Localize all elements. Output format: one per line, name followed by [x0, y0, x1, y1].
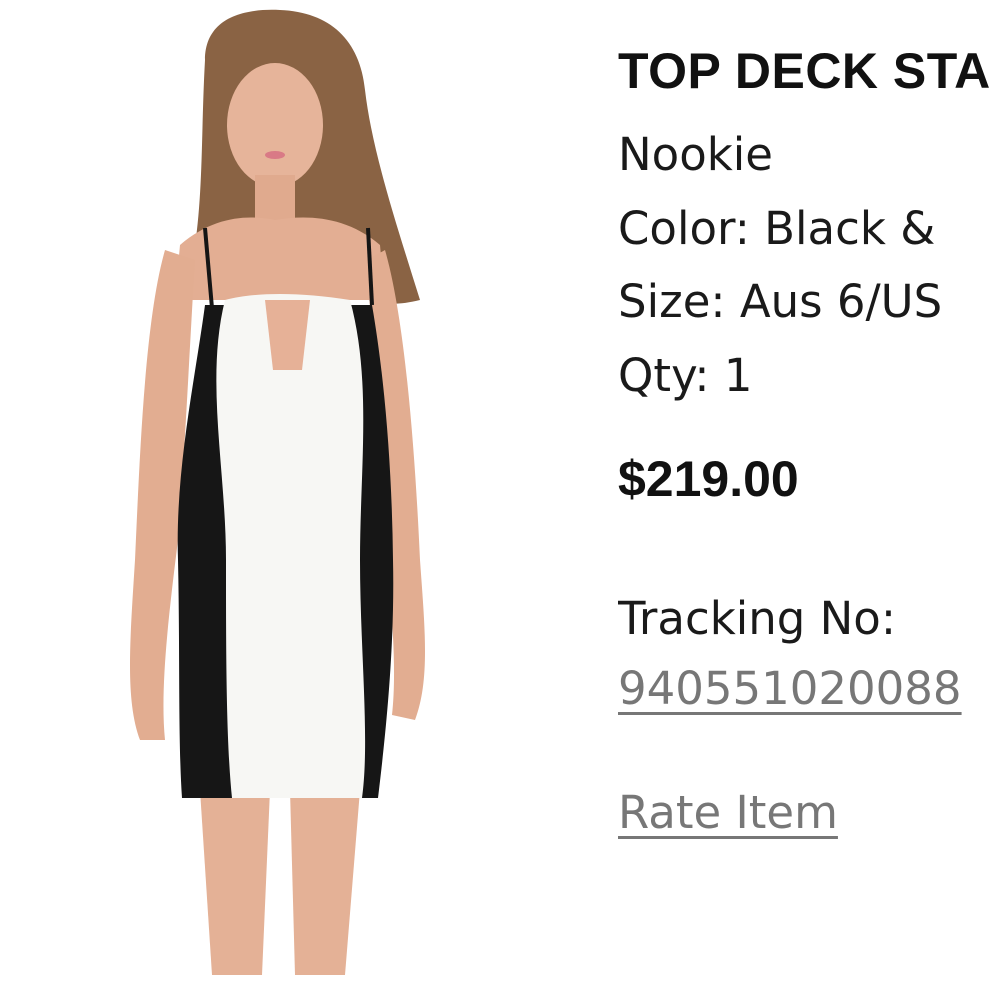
product-quantity: Qty: 1: [618, 349, 753, 402]
dress-photo: [0, 0, 600, 1000]
product-name: Nookie: [618, 128, 773, 181]
product-price: $219.00: [618, 451, 799, 507]
brand-name: TOP DECK STA: [618, 43, 991, 99]
order-item-card: TOP DECK STA Nookie Color: Black & Size:…: [0, 0, 1000, 1000]
product-color: Color: Black &: [618, 202, 936, 255]
product-size: Size: Aus 6/US: [618, 275, 943, 328]
rate-item-link[interactable]: Rate Item: [618, 786, 838, 839]
tracking-label: Tracking No:: [618, 592, 896, 645]
product-details: TOP DECK STA Nookie Color: Black & Size:…: [618, 0, 1000, 1000]
tracking-number-link[interactable]: 940551020088: [618, 662, 962, 715]
product-image[interactable]: [0, 0, 600, 1000]
